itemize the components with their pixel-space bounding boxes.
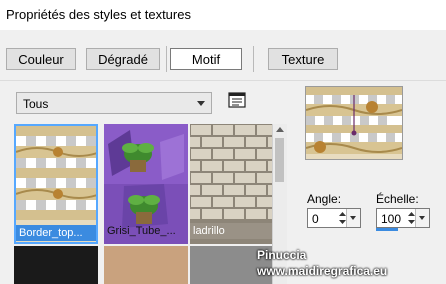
angle-spinbox[interactable]: 0 [307, 208, 361, 228]
window-title: Propriétés des styles et textures [6, 7, 191, 22]
pattern-gallery: Border_top... Grisi_Tube_... ladrillo [14, 124, 286, 284]
spin-up-icon [408, 212, 415, 216]
category-dropdown[interactable]: Tous [16, 92, 212, 114]
spin-down-icon [408, 220, 415, 224]
watermark-line-1: Pinuccia [257, 248, 307, 262]
dropdown-arrow-icon [350, 216, 356, 220]
tab-separator [253, 46, 254, 72]
target-cursor-icon[interactable] [350, 129, 358, 137]
watermark-line-2: www.maidiregrafica.eu [257, 264, 388, 278]
title-bar: Propriétés des styles et textures [0, 0, 446, 30]
tab-texture[interactable]: Texture [268, 48, 338, 70]
pattern-thumb-partial[interactable] [14, 246, 98, 284]
pattern-thumb-grisi-tube[interactable]: Grisi_Tube_... [104, 124, 188, 244]
dropdown-arrow-icon [197, 101, 205, 106]
pattern-label: Border_top... [16, 225, 96, 241]
angle-label: Angle: [307, 192, 342, 206]
scale-label: Échelle: [376, 192, 419, 206]
scale-dropdown[interactable] [415, 209, 429, 227]
scroll-up-icon[interactable] [276, 127, 284, 132]
scale-value: 100 [381, 212, 402, 226]
pattern-thumb-ladrillo[interactable]: ladrillo [190, 124, 274, 244]
tab-couleur[interactable]: Couleur [6, 48, 76, 70]
tab-separator [166, 46, 167, 72]
tab-bar: Couleur Dégradé Motif Texture [0, 30, 446, 81]
pattern-thumb-border-top[interactable]: Border_top... [14, 124, 98, 244]
preview-image [306, 87, 402, 159]
pattern-thumb-partial[interactable] [104, 246, 188, 284]
pattern-label: ladrillo [190, 223, 274, 239]
category-dropdown-value: Tous [23, 97, 49, 111]
angle-value: 0 [312, 212, 319, 226]
pattern-preview[interactable] [305, 86, 403, 160]
pattern-label: Grisi_Tube_... [107, 225, 176, 237]
angle-dropdown[interactable] [346, 209, 360, 227]
scrollbar-thumb[interactable] [275, 138, 284, 182]
dropdown-arrow-icon [419, 216, 425, 220]
notes-icon[interactable] [228, 92, 246, 108]
spin-up-icon [339, 212, 346, 216]
scale-focus-indicator [376, 228, 398, 231]
tab-degrade[interactable]: Dégradé [86, 48, 160, 70]
scale-spinbox[interactable]: 100 [376, 208, 430, 228]
spin-down-icon [339, 220, 346, 224]
tab-motif[interactable]: Motif [170, 48, 242, 70]
